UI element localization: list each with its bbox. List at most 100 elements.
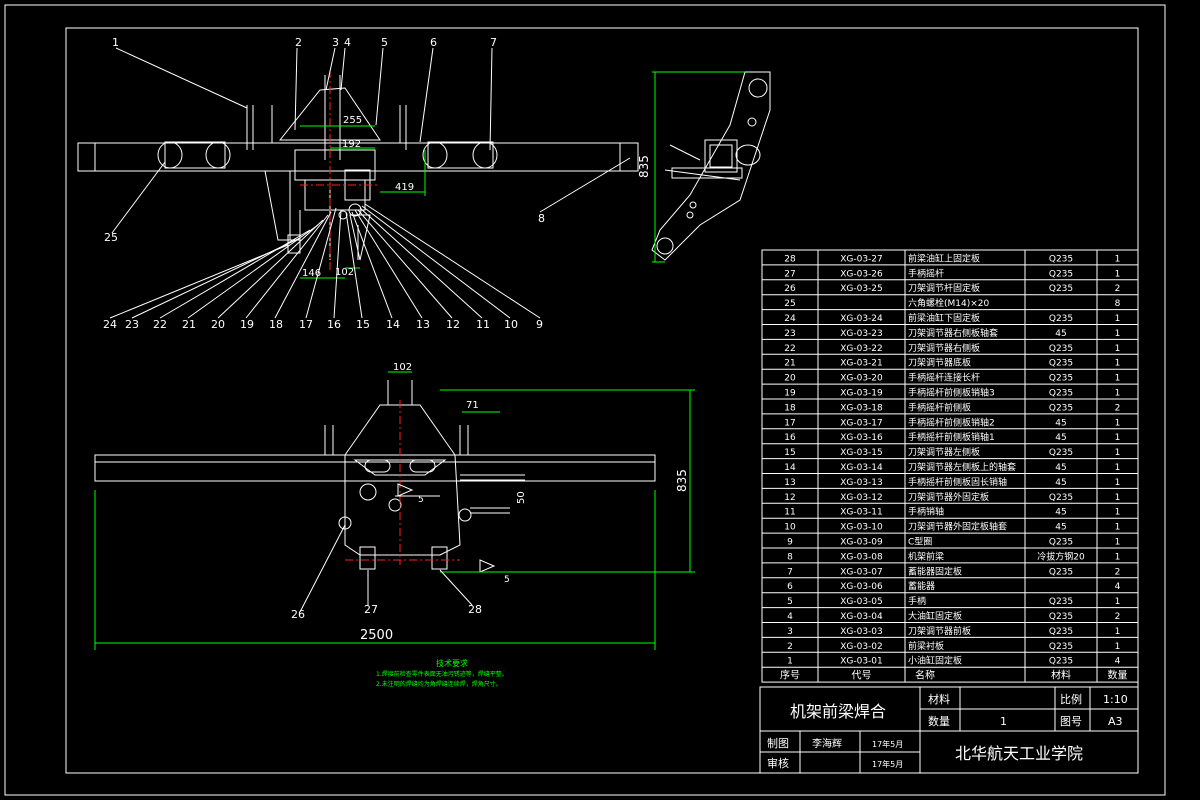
bom-qty: 1 — [1115, 508, 1121, 518]
bom-name: 手柄摇杆前侧板销轴2 — [908, 416, 995, 428]
bom-no: 27 — [784, 269, 795, 279]
bom-code: XG-03-19 — [840, 389, 883, 399]
school-name: 北华航天工业学院 — [955, 744, 1083, 763]
bom-name: 刀架调节器左侧板上的轴套 — [908, 461, 1016, 473]
bom-qty: 2 — [1115, 567, 1121, 577]
callout-2: 2 — [295, 36, 302, 49]
callout-11: 11 — [476, 318, 490, 331]
bom-code: XG-03-09 — [840, 538, 883, 548]
bom-qty: 1 — [1115, 314, 1121, 324]
callout-20: 20 — [211, 318, 225, 331]
qty-value: 1 — [1000, 715, 1007, 728]
check-label: 审核 — [767, 756, 789, 770]
callout-18: 18 — [269, 318, 283, 331]
bom-qty: 1 — [1115, 642, 1121, 652]
dim-71: 71 — [466, 400, 479, 411]
sheet-label: 图号 — [1060, 715, 1082, 728]
bom-code: XG-03-13 — [840, 478, 883, 488]
bom-code: XG-03-21 — [840, 359, 883, 369]
callout-7: 7 — [490, 36, 497, 49]
callout-8: 8 — [538, 212, 545, 225]
bom-no: 17 — [784, 418, 795, 428]
bom-code: XG-03-04 — [840, 612, 883, 622]
callout-4: 4 — [344, 36, 351, 49]
bom-qty: 1 — [1115, 344, 1121, 354]
bom-name: 手柄摇杆前侧板 — [908, 401, 971, 413]
bom-qty: 1 — [1115, 463, 1121, 473]
bom-no: 6 — [787, 582, 793, 592]
bom-name: 刀架调节器底板 — [908, 357, 971, 369]
bom-material: Q235 — [1049, 448, 1073, 458]
bom-name: 六角螺栓(M14)×20 — [908, 297, 990, 309]
bom-material: Q235 — [1049, 642, 1073, 652]
outer-frame — [4, 4, 1166, 796]
weld-mark-1: 5 — [418, 495, 424, 505]
callout-13: 13 — [416, 318, 430, 331]
bom-material: Q235 — [1049, 597, 1073, 607]
bom-qty: 1 — [1115, 523, 1121, 533]
bom-qty: 1 — [1115, 448, 1121, 458]
bom-code: XG-03-02 — [840, 642, 883, 652]
dim-50: 50 — [516, 491, 527, 504]
bom-code: XG-03-08 — [840, 552, 883, 562]
bom-code: XG-03-03 — [840, 627, 883, 637]
bom-qty: 1 — [1115, 389, 1121, 399]
front-view: 255 192 419 146 102 — [77, 47, 639, 319]
callout-12: 12 — [446, 318, 460, 331]
bom-name: 手柄摇杆 — [908, 267, 944, 279]
bom-material: Q235 — [1049, 284, 1073, 294]
bom-no: 16 — [784, 433, 796, 443]
dim-102-front: 102 — [335, 267, 354, 278]
callout-17: 17 — [299, 318, 313, 331]
callout-25: 25 — [104, 231, 118, 244]
callout-5: 5 — [381, 36, 388, 49]
bom-code: XG-03-24 — [840, 314, 883, 324]
top-view — [94, 371, 695, 650]
bom-no: 7 — [787, 567, 793, 577]
bom-qty: 1 — [1115, 359, 1121, 369]
bom-code: XG-03-15 — [840, 448, 883, 458]
bom-material: 45 — [1055, 478, 1066, 488]
bom-name: 刀架调节器前板 — [908, 625, 971, 637]
bom-no: 8 — [787, 552, 793, 562]
bom-header-material: 材料 — [1051, 669, 1071, 682]
callout-21: 21 — [182, 318, 196, 331]
bom-qty: 1 — [1115, 627, 1121, 637]
tech-req-line1: 1.焊接前检查零件表面无油污锈迹等，焊缝平整。 — [376, 670, 508, 678]
bom-no: 23 — [784, 329, 795, 339]
bom-code: XG-03-14 — [840, 463, 883, 473]
bom-material: Q235 — [1049, 612, 1073, 622]
bom-no: 19 — [784, 389, 796, 399]
dim-835-top: 835 — [675, 469, 689, 492]
dim-2500: 2500 — [360, 628, 393, 643]
sheet-value: A3 — [1108, 715, 1123, 728]
bom-no: 18 — [784, 403, 796, 413]
bom-no: 4 — [787, 612, 793, 622]
callout-28: 28 — [468, 603, 482, 616]
bom-name: 手柄摇杆前侧板销轴3 — [908, 387, 995, 399]
dim-255: 255 — [343, 115, 362, 126]
bom-name: 前梁油缸下固定板 — [908, 312, 980, 324]
material-label: 材料 — [928, 692, 950, 706]
bom-no: 5 — [787, 597, 793, 607]
bom-code: XG-03-25 — [840, 284, 883, 294]
bom-header-code: 代号 — [852, 670, 872, 682]
bom-material: Q235 — [1049, 657, 1073, 667]
callout-19: 19 — [240, 318, 254, 331]
bom-no: 22 — [784, 344, 795, 354]
scale-label: 比例 — [1060, 692, 1082, 706]
bom-code: XG-03-10 — [840, 523, 883, 533]
callout-16: 16 — [327, 318, 341, 331]
bom-material: 45 — [1055, 523, 1066, 533]
bom-name: 前梁油缸上固定板 — [908, 252, 980, 264]
bom-name: C型圈 — [908, 537, 932, 548]
weld-mark-2: 5 — [504, 575, 510, 585]
side-view — [651, 71, 771, 263]
callout-14: 14 — [386, 318, 400, 331]
bom-name: 蓄能器 — [908, 580, 935, 592]
bom-qty: 1 — [1115, 538, 1121, 548]
bom-code: XG-03-01 — [840, 657, 883, 667]
bom-qty: 1 — [1115, 418, 1121, 428]
dim-419: 419 — [395, 182, 414, 193]
drawn-label: 制图 — [767, 737, 789, 750]
